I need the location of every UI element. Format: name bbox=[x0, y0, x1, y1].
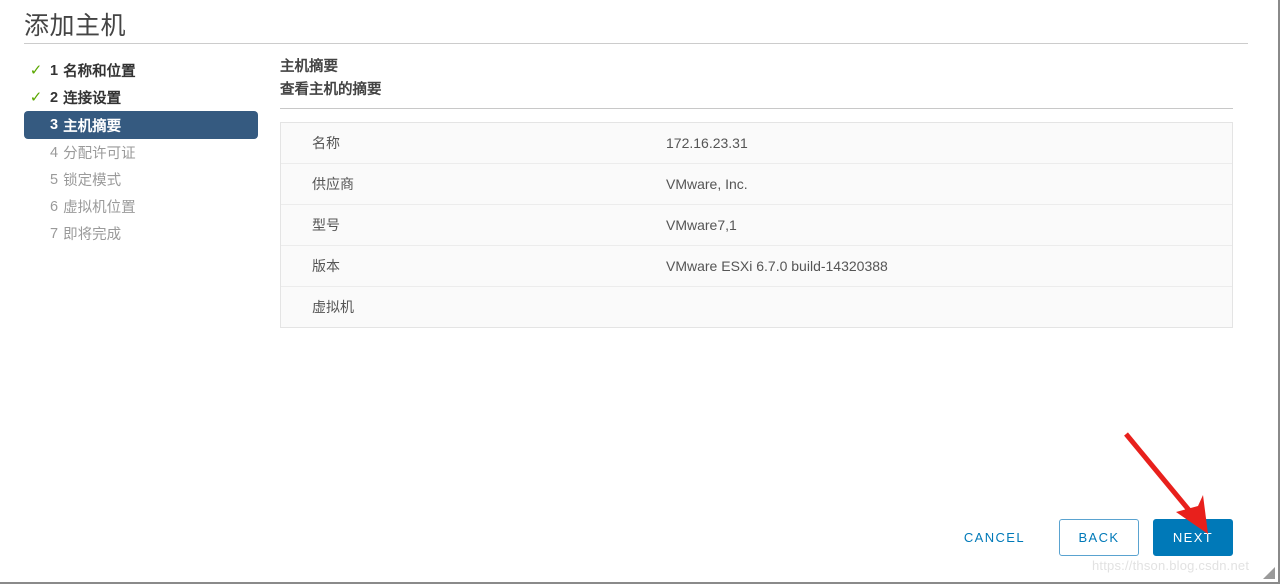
table-row: 型号 VMware7,1 bbox=[281, 205, 1232, 246]
table-row: 虚拟机 bbox=[281, 287, 1232, 328]
table-row: 名称 172.16.23.31 bbox=[281, 123, 1232, 164]
table-row: 供应商 VMware, Inc. bbox=[281, 164, 1232, 205]
check-icon: ✓ bbox=[29, 88, 43, 106]
step-number: 1 bbox=[50, 62, 59, 79]
sidebar-step-6-vm-location[interactable]: 6 虚拟机位置 bbox=[24, 193, 260, 220]
resize-grip-icon bbox=[1263, 567, 1275, 579]
sidebar-step-1-name-and-location[interactable]: ✓ 1 名称和位置 bbox=[24, 57, 260, 84]
section-heading: 主机摘要 bbox=[280, 59, 338, 75]
main-content: 主机摘要 查看主机的摘要 名称 172.16.23.31 供应商 VMware,… bbox=[280, 57, 1248, 328]
step-number: 6 bbox=[50, 198, 59, 215]
step-label: 即将完成 bbox=[63, 227, 122, 243]
row-value: VMware, Inc. bbox=[666, 176, 748, 192]
row-value: VMware ESXi 6.7.0 build-14320388 bbox=[666, 258, 888, 274]
add-host-wizard-window: 添加主机 ✓ 1 名称和位置 ✓ 2 连接设置 3 主机摘要 4 分配许可证 5… bbox=[0, 0, 1280, 584]
next-button[interactable]: NEXT bbox=[1153, 518, 1233, 556]
step-number: 7 bbox=[50, 225, 59, 242]
sidebar-step-4-assign-license[interactable]: 4 分配许可证 bbox=[24, 139, 260, 166]
row-label: 虚拟机 bbox=[312, 299, 354, 315]
sidebar-step-7-ready-to-complete[interactable]: 7 即将完成 bbox=[24, 220, 260, 247]
row-label: 型号 bbox=[312, 217, 340, 233]
wizard-footer: CANCEL BACK NEXT bbox=[0, 514, 1248, 560]
step-label: 虚拟机位置 bbox=[63, 200, 136, 216]
step-label: 分配许可证 bbox=[63, 146, 136, 162]
check-icon: ✓ bbox=[29, 61, 43, 79]
watermark-text: https://thson.blog.csdn.net bbox=[1092, 558, 1250, 573]
step-label: 连接设置 bbox=[63, 91, 122, 107]
sidebar-step-3-host-summary[interactable]: 3 主机摘要 bbox=[24, 111, 258, 139]
row-value: VMware7,1 bbox=[666, 217, 737, 233]
row-label: 供应商 bbox=[312, 176, 354, 192]
step-number: 5 bbox=[50, 171, 59, 188]
arrow-shaft bbox=[1124, 432, 1200, 523]
row-label: 名称 bbox=[312, 135, 340, 151]
section-subheading: 查看主机的摘要 bbox=[280, 82, 382, 98]
sidebar-step-2-connection-settings[interactable]: ✓ 2 连接设置 bbox=[24, 84, 260, 111]
section-divider bbox=[280, 108, 1233, 109]
step-label: 名称和位置 bbox=[63, 64, 136, 80]
back-button[interactable]: BACK bbox=[1059, 518, 1139, 556]
table-row: 版本 VMware ESXi 6.7.0 build-14320388 bbox=[281, 246, 1232, 287]
row-label: 版本 bbox=[312, 258, 340, 274]
page-title: 添加主机 bbox=[24, 12, 127, 40]
sidebar-step-5-lockdown-mode[interactable]: 5 锁定模式 bbox=[24, 166, 260, 193]
step-label: 主机摘要 bbox=[63, 118, 122, 135]
step-label: 锁定模式 bbox=[63, 173, 122, 189]
row-value: 172.16.23.31 bbox=[666, 135, 748, 151]
step-number: 3 bbox=[50, 117, 59, 133]
step-number: 4 bbox=[50, 144, 59, 161]
host-summary-table: 名称 172.16.23.31 供应商 VMware, Inc. 型号 VMwa… bbox=[280, 122, 1233, 328]
title-divider bbox=[24, 43, 1248, 44]
wizard-step-list: ✓ 1 名称和位置 ✓ 2 连接设置 3 主机摘要 4 分配许可证 5 锁定模式… bbox=[24, 57, 260, 247]
step-number: 2 bbox=[50, 89, 59, 106]
cancel-button[interactable]: CANCEL bbox=[954, 522, 1035, 553]
